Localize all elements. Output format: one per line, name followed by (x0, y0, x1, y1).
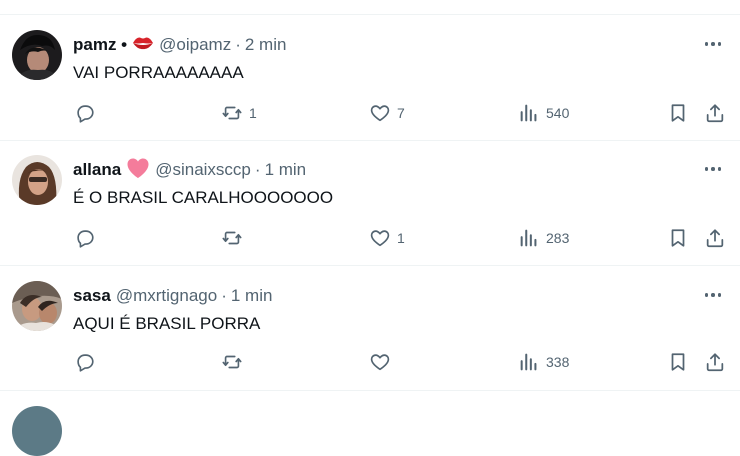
tweet-text: AQUI É BRASIL PORRA (73, 314, 261, 333)
kiss-lips-icon (132, 35, 154, 56)
reply-icon (77, 230, 94, 248)
bookmark-icon (671, 104, 685, 122)
share-icon (706, 104, 724, 123)
bookmark-button[interactable] (667, 102, 689, 124)
tweet-2[interactable]: allana @sinaixsccp · 1 min É O BRASIL CA… (0, 155, 740, 265)
heart-icon (370, 105, 390, 122)
tweet-header: sasa @mxrtignago · 1 min (73, 285, 272, 307)
analytics-icon (520, 229, 537, 247)
share-button[interactable] (704, 351, 726, 373)
retweet-icon (222, 355, 242, 369)
like-button[interactable] (369, 351, 397, 373)
reply-icon (77, 354, 94, 372)
pink-heart-icon (126, 157, 150, 184)
like-button[interactable]: 1 (369, 227, 405, 249)
views-button[interactable]: 338 (518, 351, 569, 373)
handle[interactable]: @mxrtignago (116, 286, 217, 306)
bookmark-button[interactable] (667, 227, 689, 249)
avatar[interactable] (12, 406, 62, 456)
analytics-icon (520, 353, 537, 371)
tweet-text: VAI PORRAAAAAAAA (73, 63, 244, 82)
reply-button[interactable] (74, 102, 102, 124)
timestamp[interactable]: 1 min (231, 286, 273, 306)
timestamp[interactable]: 1 min (265, 160, 307, 180)
display-name[interactable]: pamz • (73, 35, 127, 55)
view-count: 540 (546, 105, 570, 121)
retweet-button[interactable] (221, 351, 249, 373)
like-count: 1 (397, 230, 405, 246)
views-button[interactable]: 283 (518, 227, 569, 249)
heart-icon (370, 230, 390, 247)
avatar[interactable] (12, 155, 62, 205)
avatar[interactable] (12, 30, 62, 80)
divider (0, 14, 740, 15)
share-button[interactable] (704, 227, 726, 249)
display-name[interactable]: sasa (73, 286, 111, 306)
retweet-icon (222, 106, 242, 120)
divider (0, 140, 740, 141)
retweet-button[interactable]: 1 (221, 102, 257, 124)
reply-button[interactable] (74, 227, 102, 249)
divider (0, 390, 740, 391)
handle[interactable]: @oipamz (159, 35, 231, 55)
retweet-button[interactable] (221, 227, 249, 249)
reply-button[interactable] (74, 351, 102, 373)
more-options-icon[interactable] (702, 36, 724, 52)
views-button[interactable]: 540 (518, 102, 569, 124)
view-count: 283 (546, 230, 570, 246)
handle[interactable]: @sinaixsccp (155, 160, 251, 180)
bookmark-icon (671, 229, 685, 247)
tweet-text: É O BRASIL CARALHOOOOOOO (73, 188, 334, 207)
divider (0, 265, 740, 266)
view-count: 338 (546, 354, 570, 370)
timestamp[interactable]: 2 min (245, 35, 287, 55)
reply-icon (77, 105, 94, 123)
separator-dot: · (254, 160, 261, 179)
separator-dot: · (221, 286, 227, 305)
bookmark-button[interactable] (667, 351, 689, 373)
tweet-1[interactable]: pamz • @oipamz · 2 min VAI PORRAAAAAAAA … (0, 30, 740, 140)
share-icon (706, 229, 724, 248)
bookmark-icon (671, 353, 685, 371)
tweet-3[interactable]: sasa @mxrtignago · 1 min AQUI É BRASIL P… (0, 281, 740, 391)
retweet-count: 1 (249, 105, 257, 121)
avatar[interactable] (12, 281, 62, 331)
retweet-icon (222, 231, 242, 245)
separator-dot: · (235, 35, 241, 54)
like-count: 7 (397, 105, 405, 121)
analytics-icon (520, 104, 537, 122)
heart-icon (370, 354, 390, 371)
tweet-header: allana @sinaixsccp · 1 min (73, 157, 307, 184)
display-name[interactable]: allana (73, 160, 121, 180)
share-icon (706, 353, 724, 372)
tweet-header: pamz • @oipamz · 2 min (73, 34, 286, 56)
more-options-icon[interactable] (702, 287, 724, 303)
like-button[interactable]: 7 (369, 102, 405, 124)
share-button[interactable] (704, 102, 726, 124)
more-options-icon[interactable] (702, 161, 724, 177)
